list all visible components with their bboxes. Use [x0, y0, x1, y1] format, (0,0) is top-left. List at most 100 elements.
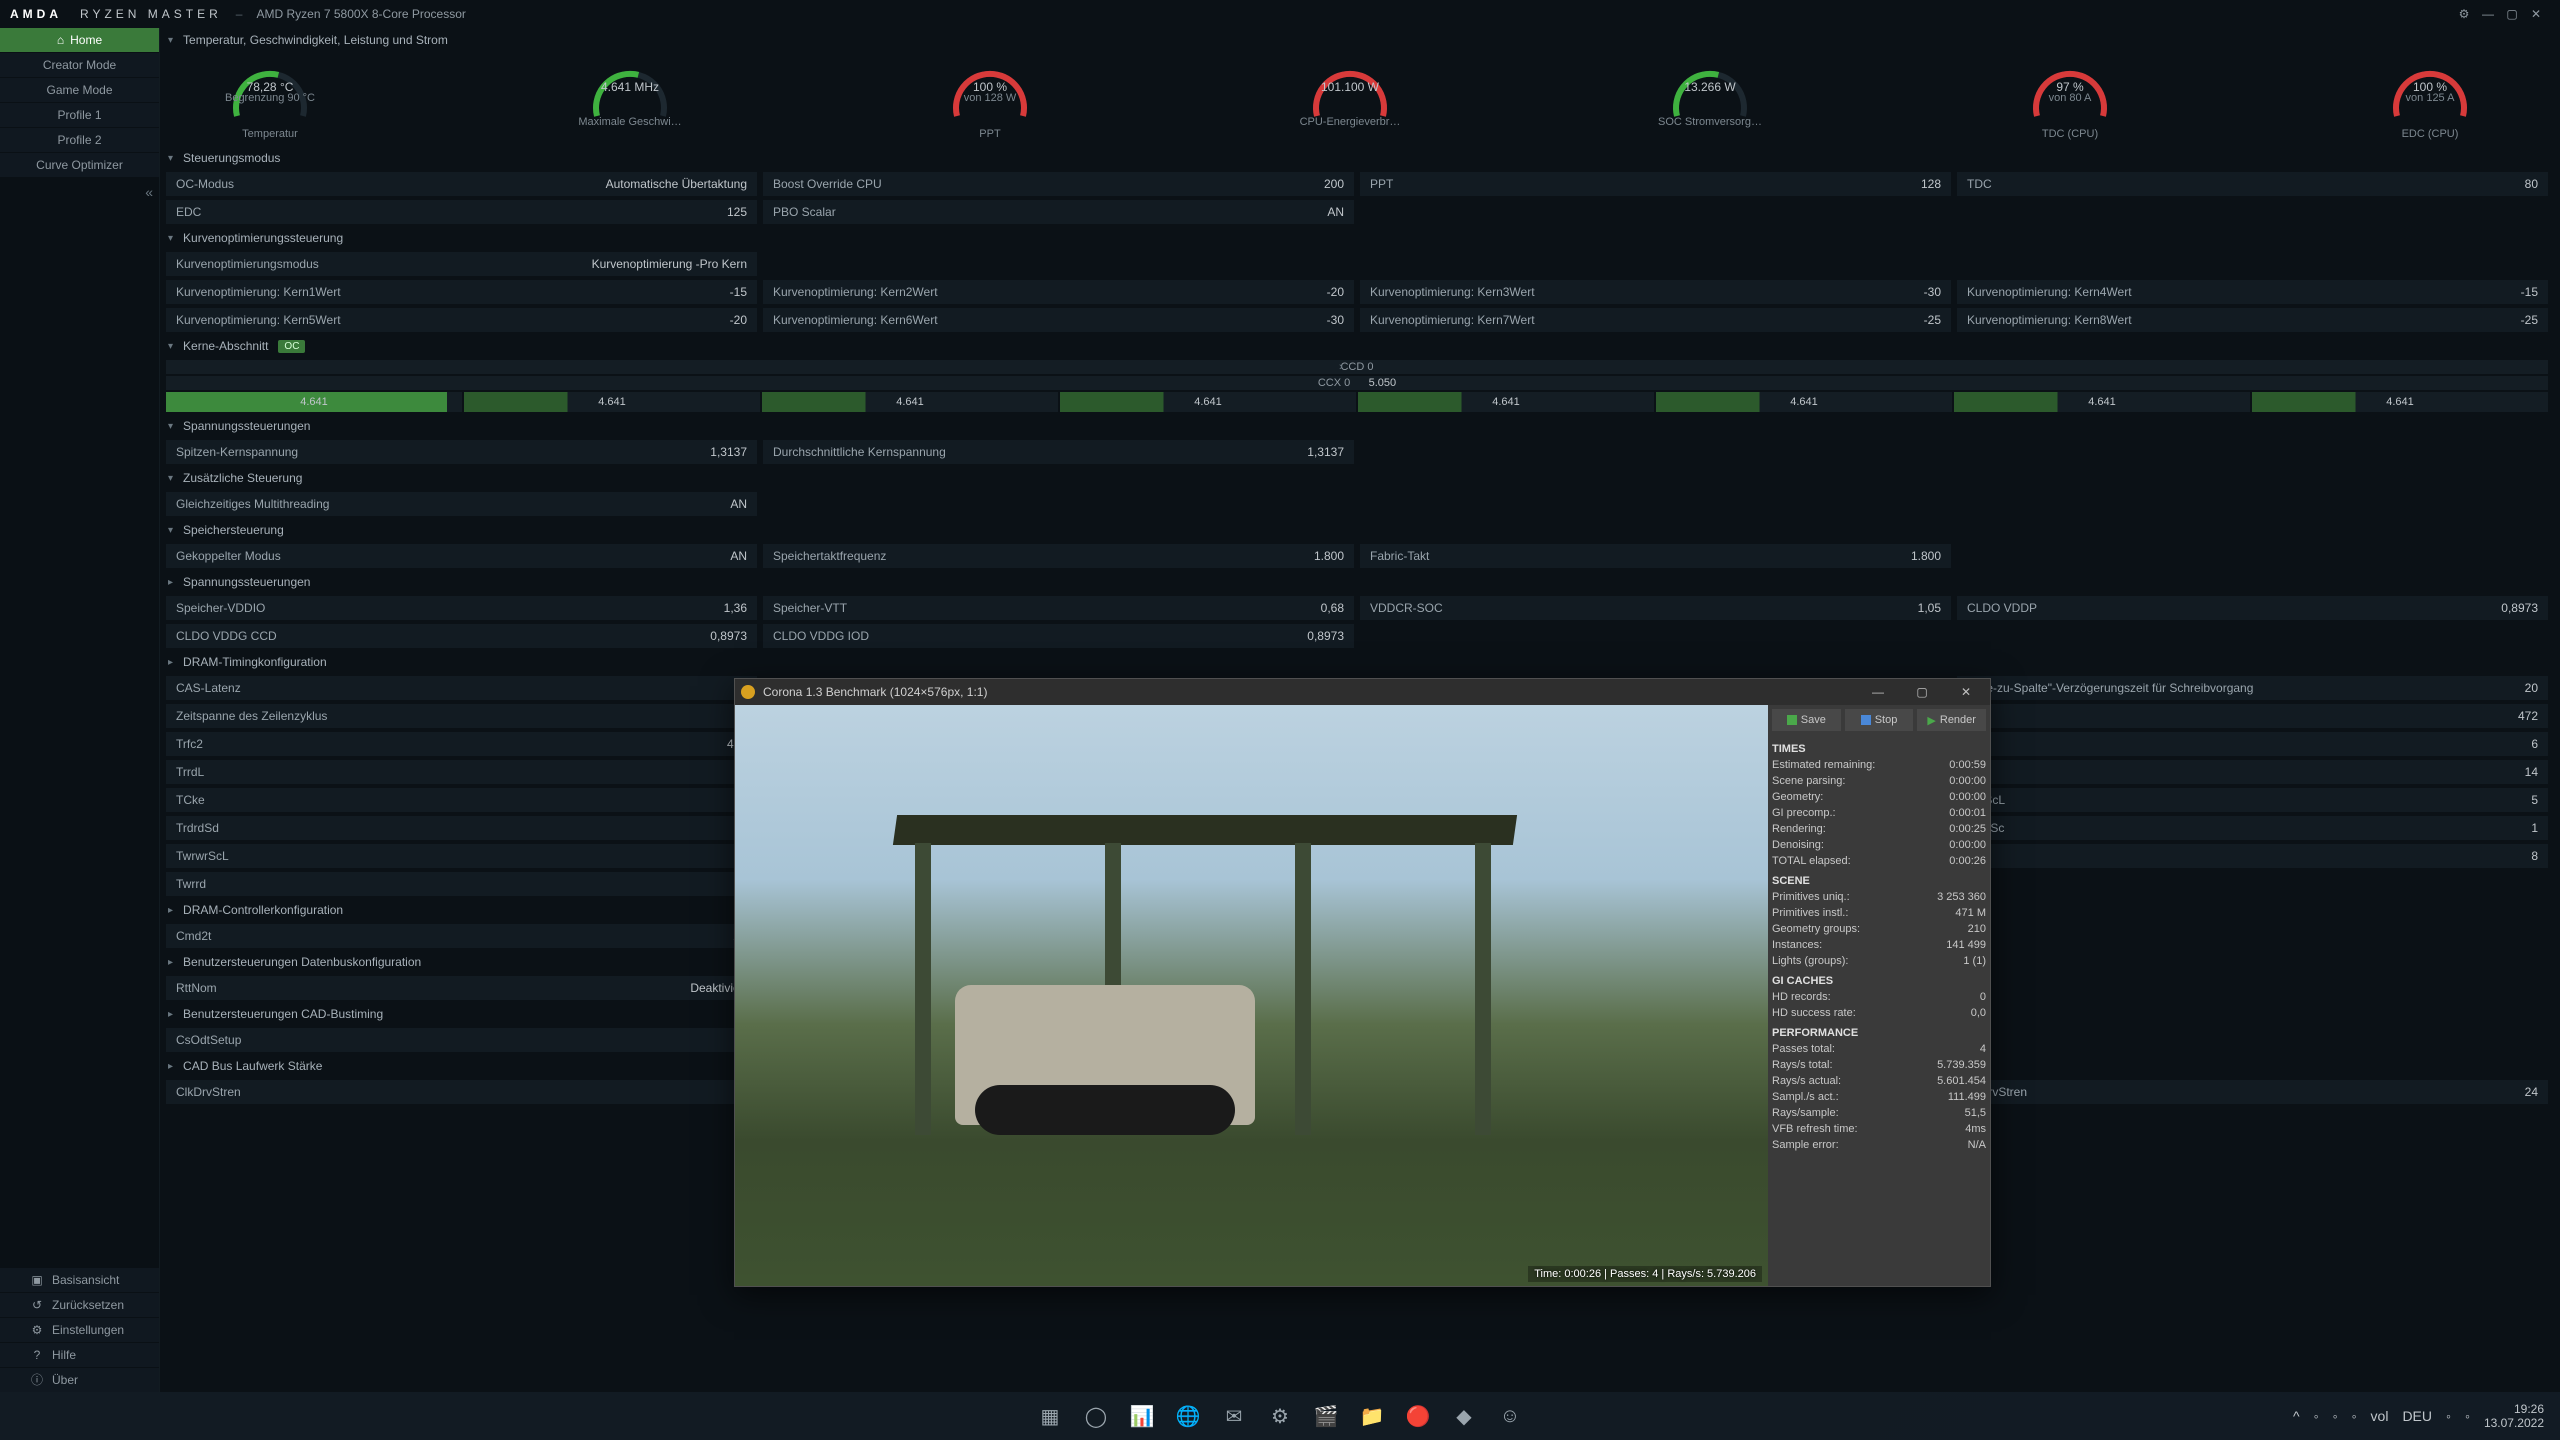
maximize-button[interactable]: ▢ [2502, 4, 2526, 24]
sidebar-über[interactable]: ⓘÜber [0, 1368, 159, 1392]
taskbar-films-icon[interactable]: 🎬 [1307, 1397, 1345, 1435]
data-cell[interactable]: CAS-Latenz18 [166, 676, 757, 700]
data-cell[interactable]: PBO ScalarAN [763, 200, 1354, 224]
section-chevron[interactable]: ▸ [168, 957, 173, 968]
sidebar-tab-profile-2[interactable]: Profile 2 [0, 128, 159, 152]
data-cell[interactable]: keDrvStren24 [1957, 1080, 2548, 1104]
taskbar-smile-icon[interactable]: ☺ [1491, 1397, 1529, 1435]
data-cell[interactable]: RttNomDeaktiviert [166, 976, 757, 1000]
data-cell[interactable]: ClkDrvStren24 [166, 1080, 757, 1104]
data-cell[interactable]: KurvenoptimierungsmodusKurvenoptimierung… [166, 252, 757, 276]
data-cell[interactable]: Fabric-Takt1.800 [1360, 544, 1951, 568]
tray-shield-icon[interactable]: ◦ [2314, 1408, 2319, 1424]
tray-link-icon[interactable]: ◦ [2446, 1408, 2451, 1424]
sidebar-tab-home[interactable]: ⌂Home [0, 28, 159, 52]
taskbar-settings-icon[interactable]: ⚙ [1261, 1397, 1299, 1435]
sidebar-tab-curve-optimizer[interactable]: Curve Optimizer [0, 153, 159, 177]
taskbar-win-icon[interactable]: ▦ [1031, 1397, 1069, 1435]
tray-DEU-icon[interactable]: DEU [2402, 1408, 2432, 1424]
tray-^-icon[interactable]: ^ [2293, 1408, 2300, 1424]
data-cell[interactable]: CLDO VDDG IOD0,8973 [763, 624, 1354, 648]
taskbar-clock[interactable]: 19:2613.07.2022 [2484, 1402, 2544, 1430]
data-cell[interactable]: Zeitspanne des Zeilenzyklus64 [166, 704, 757, 728]
data-cell[interactable]: tL14 [1957, 760, 2548, 784]
sidebar-zurücksetzen[interactable]: ↺Zurücksetzen [0, 1293, 159, 1317]
data-cell[interactable]: Kurvenoptimierung: Kern6Wert-30 [763, 308, 1354, 332]
minimize-button[interactable]: — [2478, 4, 2502, 24]
tray-vol-icon[interactable]: vol [2371, 1408, 2389, 1424]
data-cell[interactable]: Boost Override CPU200 [763, 172, 1354, 196]
core-3[interactable]: 4.641 [762, 392, 1058, 412]
data-cell[interactable]: TrdrdSd4 [166, 816, 757, 840]
taskbar-circle-icon[interactable]: ◯ [1077, 1397, 1115, 1435]
data-cell[interactable]: TwrwrScL5 [166, 844, 757, 868]
data-cell[interactable]: Twrrd3 [166, 872, 757, 896]
data-cell[interactable]: TrrdL9 [166, 760, 757, 784]
data-cell[interactable]: dwr8 [1957, 844, 2548, 868]
section-chevron[interactable]: ▾ [168, 233, 173, 244]
taskbar-files-icon[interactable]: 📁 [1353, 1397, 1391, 1435]
data-cell[interactable]: Kurvenoptimierung: Kern2Wert-20 [763, 280, 1354, 304]
data-cell[interactable]: TCke0 [166, 788, 757, 812]
core-6[interactable]: 4.641 [1656, 392, 1952, 412]
corona-minimize-button[interactable]: — [1860, 679, 1896, 705]
corona-close-button[interactable]: ✕ [1948, 679, 1984, 705]
data-cell[interactable]: Speicher-VTT0,68 [763, 596, 1354, 620]
sidebar-collapse-button[interactable]: « [0, 184, 159, 206]
data-cell[interactable]: Kurvenoptimierung: Kern3Wert-30 [1360, 280, 1951, 304]
taskbar-news-icon[interactable]: 📊 [1123, 1397, 1161, 1435]
sidebar-tab-profile-1[interactable]: Profile 1 [0, 103, 159, 127]
save-button[interactable]: Save [1772, 709, 1841, 731]
stop-button[interactable]: Stop [1845, 709, 1914, 731]
data-cell[interactable]: Kurvenoptimierung: Kern1Wert-15 [166, 280, 757, 304]
data-cell[interactable]: Speicher-VDDIO1,36 [166, 596, 757, 620]
taskbar-opera-icon[interactable]: 🔴 [1399, 1397, 1437, 1435]
data-cell[interactable]: Spitzen-Kernspannung1,3137 [166, 440, 757, 464]
data-cell[interactable]: CsOdtSetup0 [166, 1028, 757, 1052]
data-cell[interactable]: Gleichzeitiges MultithreadingAN [166, 492, 757, 516]
render-button[interactable]: ▶Render [1917, 709, 1986, 731]
section-chevron[interactable]: ▾ [168, 525, 173, 536]
data-cell[interactable]: CLDO VDDG CCD0,8973 [166, 624, 757, 648]
tray-wifi-icon[interactable]: ◦ [2465, 1408, 2470, 1424]
data-cell[interactable]: Kurvenoptimierung: Kern5Wert-20 [166, 308, 757, 332]
data-cell[interactable]: Trfc2472 [166, 732, 757, 756]
section-chevron[interactable]: ▾ [168, 341, 173, 352]
data-cell[interactable]: EDC125 [166, 200, 757, 224]
data-cell[interactable]: TDC80 [1957, 172, 2548, 196]
section-chevron[interactable]: ▸ [168, 657, 173, 668]
data-cell[interactable]: Kurvenoptimierung: Kern7Wert-25 [1360, 308, 1951, 332]
core-1[interactable]: 4.641 [166, 392, 462, 412]
data-cell[interactable]: Zeile-zu-Spalte"-Verzögerungszeit für Sc… [1957, 676, 2548, 700]
corona-maximize-button[interactable]: ▢ [1904, 679, 1940, 705]
data-cell[interactable]: Speichertaktfrequenz1.800 [763, 544, 1354, 568]
section-chevron[interactable]: ▸ [168, 905, 173, 916]
ccd0-header[interactable]: ›CCD 0 [166, 360, 2548, 374]
data-cell[interactable]: PPT128 [1360, 172, 1951, 196]
data-cell[interactable]: Cmd2t1T [166, 924, 757, 948]
data-cell[interactable]: VDDCR-SOC1,05 [1360, 596, 1951, 620]
tray-cloud-icon[interactable]: ◦ [2333, 1408, 2338, 1424]
sidebar-tab-game-mode[interactable]: Game Mode [0, 78, 159, 102]
data-cell[interactable]: Durchschnittliche Kernspannung1,3137 [763, 440, 1354, 464]
taskbar-rm-icon[interactable]: ◆ [1445, 1397, 1483, 1435]
section-chevron[interactable]: ▾ [168, 473, 173, 484]
tray-phone-icon[interactable]: ◦ [2352, 1408, 2357, 1424]
close-button[interactable]: ✕ [2526, 4, 2550, 24]
data-cell[interactable]: urwrSc1 [1957, 816, 2548, 840]
sidebar-hilfe[interactable]: ?Hilfe [0, 1343, 159, 1367]
section-chevron[interactable]: ▸ [168, 1009, 173, 1020]
sidebar-einstellungen[interactable]: ⚙Einstellungen [0, 1318, 159, 1342]
section-chevron[interactable]: ▸ [168, 1061, 173, 1072]
section-chevron[interactable]: ▾ [168, 153, 173, 164]
taskbar-mail-icon[interactable]: ✉ [1215, 1397, 1253, 1435]
data-cell[interactable]: rdS6 [1957, 732, 2548, 756]
data-cell[interactable]: OC-ModusAutomatische Übertaktung [166, 172, 757, 196]
core-2[interactable]: 4.641 [464, 392, 760, 412]
data-cell[interactable]: CLDO VDDP0,8973 [1957, 596, 2548, 620]
sidebar-tab-creator-mode[interactable]: Creator Mode [0, 53, 159, 77]
settings-icon[interactable]: ⚙ [2454, 4, 2478, 24]
data-cell[interactable]: drdScL5 [1957, 788, 2548, 812]
section-chevron[interactable]: ▸ [168, 577, 173, 588]
section-chevron[interactable]: ▾ [168, 421, 173, 432]
